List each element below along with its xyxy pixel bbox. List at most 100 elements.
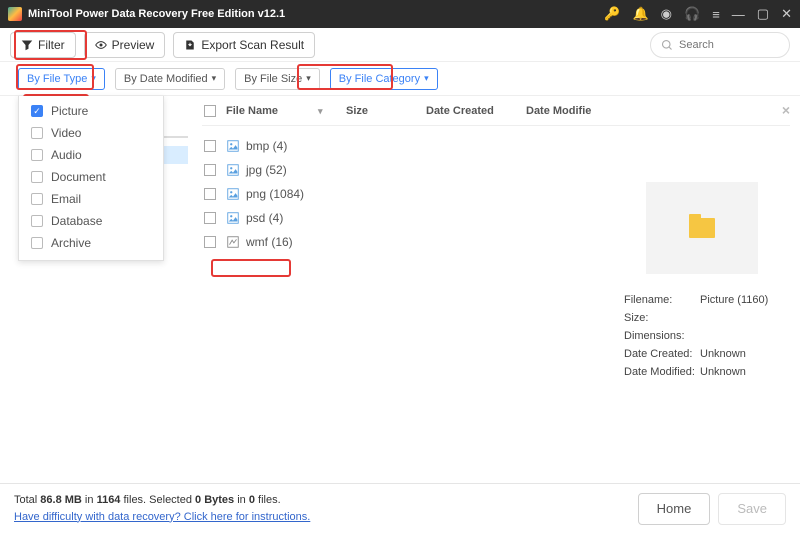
filter-by-size[interactable]: By File Size ▾ bbox=[235, 68, 320, 90]
option-label: Picture bbox=[51, 104, 88, 118]
chevron-down-icon: ▾ bbox=[212, 73, 217, 84]
main-area: Picture Video Audio Document Email Datab… bbox=[0, 96, 800, 483]
eye-icon bbox=[95, 39, 107, 51]
chevron-down-icon: ▾ bbox=[91, 73, 96, 84]
detail-value: Unknown bbox=[700, 348, 746, 360]
home-button[interactable]: Home bbox=[638, 493, 711, 525]
select-all-checkbox[interactable] bbox=[204, 105, 216, 117]
key-icon[interactable]: 🔑 bbox=[604, 6, 620, 22]
maximize-icon[interactable]: ▢ bbox=[757, 6, 769, 22]
checkbox-icon[interactable] bbox=[31, 171, 43, 183]
search-input[interactable] bbox=[679, 39, 769, 51]
filter-by-date[interactable]: By Date Modified ▾ bbox=[115, 68, 225, 90]
search-icon bbox=[661, 39, 673, 51]
row-checkbox[interactable] bbox=[204, 236, 216, 248]
type-option-picture[interactable]: Picture bbox=[19, 100, 163, 122]
window-title: MiniTool Power Data Recovery Free Editio… bbox=[28, 8, 604, 20]
checkbox-icon[interactable] bbox=[31, 193, 43, 205]
option-label: Archive bbox=[51, 236, 91, 250]
preview-thumbnail bbox=[646, 182, 758, 274]
sidebar-peek-divider bbox=[164, 136, 188, 138]
checkbox-icon[interactable] bbox=[31, 149, 43, 161]
toolbar: Filter Preview Export Scan Result bbox=[0, 28, 800, 62]
col-modified[interactable]: Date Modifie bbox=[526, 105, 606, 117]
app-logo bbox=[8, 7, 22, 21]
image-file-icon bbox=[226, 139, 240, 153]
filter-button[interactable]: Filter bbox=[10, 32, 76, 58]
filter-by-category-label: By File Category bbox=[339, 73, 420, 85]
detail-value: Unknown bbox=[700, 366, 746, 378]
row-checkbox[interactable] bbox=[204, 188, 216, 200]
export-button[interactable]: Export Scan Result bbox=[173, 32, 315, 58]
file-row[interactable]: bmp (4) bbox=[202, 134, 790, 158]
filter-by-date-label: By Date Modified bbox=[124, 73, 208, 85]
file-name: psd (4) bbox=[246, 211, 283, 225]
option-label: Video bbox=[51, 126, 81, 140]
detail-key: Filename: bbox=[624, 294, 700, 306]
search-box[interactable] bbox=[650, 32, 790, 58]
preview-button[interactable]: Preview bbox=[84, 32, 166, 58]
option-label: Database bbox=[51, 214, 102, 228]
filter-by-type-label: By File Type bbox=[27, 73, 87, 85]
preview-pane: Filename:Picture (1160) Size: Dimensions… bbox=[624, 182, 780, 384]
chevron-down-icon: ▾ bbox=[306, 73, 311, 84]
detail-key: Date Modified: bbox=[624, 366, 700, 378]
image-file-icon bbox=[226, 211, 240, 225]
row-checkbox[interactable] bbox=[204, 140, 216, 152]
menu-icon[interactable]: ≡ bbox=[712, 7, 720, 22]
filter-by-type[interactable]: By File Type ▾ bbox=[18, 68, 105, 90]
detail-key: Size: bbox=[624, 312, 700, 324]
filter-label: Filter bbox=[38, 38, 65, 52]
bell-icon[interactable]: 🔔 bbox=[632, 6, 648, 22]
col-created[interactable]: Date Created bbox=[426, 105, 526, 117]
option-label: Email bbox=[51, 192, 81, 206]
file-name: bmp (4) bbox=[246, 139, 287, 153]
save-button[interactable]: Save bbox=[718, 493, 786, 525]
type-option-database[interactable]: Database bbox=[19, 210, 163, 232]
detail-key: Dimensions: bbox=[624, 330, 700, 342]
file-list-header: File Name▾ Size Date Created Date Modifi… bbox=[202, 96, 790, 126]
chevron-down-icon: ▾ bbox=[424, 73, 429, 84]
close-icon[interactable]: ✕ bbox=[781, 6, 792, 22]
status-bar: Total 86.8 MB in 1164 files. Selected 0 … bbox=[0, 483, 800, 533]
vector-file-icon bbox=[226, 235, 240, 249]
funnel-icon bbox=[21, 39, 33, 51]
type-option-document[interactable]: Document bbox=[19, 166, 163, 188]
checkbox-icon[interactable] bbox=[31, 105, 43, 117]
filter-by-size-label: By File Size bbox=[244, 73, 302, 85]
type-option-audio[interactable]: Audio bbox=[19, 144, 163, 166]
checkbox-icon[interactable] bbox=[31, 237, 43, 249]
filter-by-category[interactable]: By File Category ▾ bbox=[330, 68, 438, 90]
titlebar: MiniTool Power Data Recovery Free Editio… bbox=[0, 0, 800, 28]
folder-icon bbox=[689, 218, 715, 238]
export-icon bbox=[184, 39, 196, 51]
detail-key: Date Created: bbox=[624, 348, 700, 360]
row-checkbox[interactable] bbox=[204, 212, 216, 224]
status-text: Total 86.8 MB in 1164 files. Selected 0 … bbox=[14, 492, 310, 525]
type-option-archive[interactable]: Archive bbox=[19, 232, 163, 254]
preview-details: Filename:Picture (1160) Size: Dimensions… bbox=[624, 294, 780, 378]
row-checkbox[interactable] bbox=[204, 164, 216, 176]
globe-icon[interactable]: ◉ bbox=[661, 6, 672, 22]
help-link[interactable]: Have difficulty with data recovery? Clic… bbox=[14, 511, 310, 523]
image-file-icon bbox=[226, 187, 240, 201]
file-name: png (1084) bbox=[246, 187, 304, 201]
checkbox-icon[interactable] bbox=[31, 127, 43, 139]
export-label: Export Scan Result bbox=[201, 38, 304, 52]
close-panel-icon[interactable]: × bbox=[782, 102, 790, 118]
type-option-video[interactable]: Video bbox=[19, 122, 163, 144]
image-file-icon bbox=[226, 163, 240, 177]
file-type-dropdown: Picture Video Audio Document Email Datab… bbox=[18, 96, 164, 261]
checkbox-icon[interactable] bbox=[31, 215, 43, 227]
file-name: jpg (52) bbox=[246, 163, 287, 177]
titlebar-controls: 🔑 🔔 ◉ 🎧 ≡ — ▢ ✕ bbox=[604, 6, 792, 22]
type-option-email[interactable]: Email bbox=[19, 188, 163, 210]
minimize-icon[interactable]: — bbox=[732, 7, 745, 22]
headset-icon[interactable]: 🎧 bbox=[684, 6, 700, 22]
sort-caret-icon: ▾ bbox=[318, 106, 323, 116]
file-row[interactable]: jpg (52) bbox=[202, 158, 790, 182]
option-label: Audio bbox=[51, 148, 82, 162]
col-size[interactable]: Size bbox=[346, 105, 426, 117]
col-name[interactable]: File Name▾ bbox=[226, 105, 346, 117]
option-label: Document bbox=[51, 170, 106, 184]
